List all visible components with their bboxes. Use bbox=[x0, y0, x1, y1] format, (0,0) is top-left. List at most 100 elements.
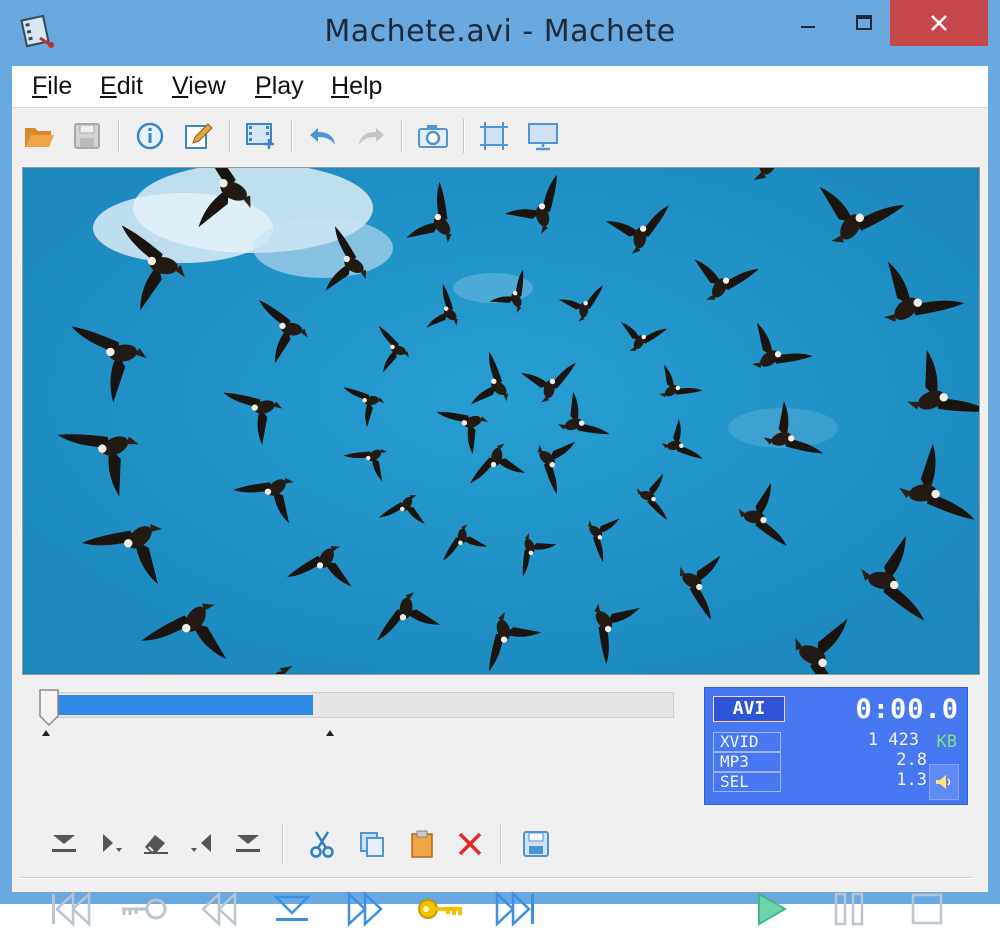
media-info-panel: AVI 0:00.0 XVID 1 423 KB MP3 2.8 SEL 1.3 bbox=[704, 687, 968, 805]
menu-file[interactable]: File bbox=[32, 72, 72, 101]
go-to-start-button[interactable] bbox=[46, 886, 96, 932]
selection-marker-icon bbox=[272, 893, 312, 925]
redo-icon bbox=[356, 123, 386, 149]
volume-button[interactable] bbox=[929, 764, 959, 800]
undo-icon bbox=[308, 123, 338, 149]
skip-to-start-icon bbox=[49, 891, 93, 927]
menu-bar: File Edit View Play Help bbox=[12, 66, 988, 108]
menu-help[interactable]: Help bbox=[331, 72, 382, 101]
toolbar-separator bbox=[291, 119, 293, 153]
fast-forward-icon bbox=[343, 891, 387, 927]
go-to-selection-end-button[interactable] bbox=[230, 826, 266, 862]
go-to-end-button[interactable] bbox=[490, 886, 540, 932]
menu-view[interactable]: View bbox=[172, 72, 226, 101]
minimize-icon bbox=[798, 13, 818, 33]
pause-icon bbox=[831, 891, 867, 927]
undo-button[interactable] bbox=[304, 117, 342, 155]
toolbar bbox=[12, 109, 988, 163]
crop-button[interactable] bbox=[475, 117, 513, 155]
toolbar-separator bbox=[500, 824, 502, 864]
info-icon bbox=[135, 121, 165, 151]
next-keyframe-button[interactable] bbox=[414, 886, 464, 932]
redo-button[interactable] bbox=[352, 117, 390, 155]
toolbar-separator bbox=[118, 119, 120, 153]
clipboard-icon bbox=[407, 829, 437, 859]
set-selection-end-button[interactable] bbox=[184, 826, 220, 862]
monitor-icon bbox=[527, 121, 559, 151]
seek-bar[interactable] bbox=[40, 692, 674, 718]
selection-end-icon bbox=[233, 832, 263, 856]
save-icon bbox=[72, 121, 102, 151]
toolbar-separator bbox=[282, 824, 284, 864]
previous-keyframe-button[interactable] bbox=[118, 886, 168, 932]
save-selection-button[interactable] bbox=[518, 826, 554, 862]
scissors-icon bbox=[307, 829, 337, 859]
eraser-icon bbox=[141, 831, 171, 857]
set-selection-start-button[interactable] bbox=[94, 826, 130, 862]
open-file-button[interactable] bbox=[20, 117, 58, 155]
mark-in-icon bbox=[97, 831, 127, 857]
go-to-selection-start-button[interactable] bbox=[46, 826, 82, 862]
video-frame-image bbox=[23, 168, 980, 675]
key-forward-icon bbox=[414, 894, 464, 924]
cut-button[interactable] bbox=[304, 826, 340, 862]
video-codec-label: XVID bbox=[713, 732, 781, 752]
camera-icon bbox=[417, 122, 449, 150]
application-window: Machete.avi - Machete File Edit View Pla… bbox=[0, 0, 1000, 904]
edit-tags-icon bbox=[183, 121, 213, 151]
open-folder-icon bbox=[23, 122, 55, 150]
selection-label: SEL bbox=[713, 772, 781, 792]
minimize-button[interactable] bbox=[780, 0, 835, 46]
edit-tags-button[interactable] bbox=[179, 117, 217, 155]
toolbar-separator bbox=[463, 119, 465, 153]
seek-thumb[interactable] bbox=[38, 688, 60, 728]
delete-button[interactable] bbox=[452, 826, 488, 862]
stop-button[interactable] bbox=[902, 886, 952, 932]
copy-button[interactable] bbox=[354, 826, 390, 862]
key-back-icon bbox=[118, 894, 168, 924]
rewind-icon bbox=[197, 891, 241, 927]
selection-start-icon bbox=[49, 832, 79, 856]
speaker-icon bbox=[934, 773, 954, 791]
copy-icon bbox=[357, 829, 387, 859]
maximize-button[interactable] bbox=[836, 0, 891, 46]
play-icon bbox=[753, 891, 789, 927]
film-add-button[interactable] bbox=[242, 117, 280, 155]
pause-button[interactable] bbox=[824, 886, 874, 932]
video-bitrate: 1 423 bbox=[868, 730, 919, 750]
play-button[interactable] bbox=[746, 886, 796, 932]
toolbar-separator bbox=[229, 119, 231, 153]
crop-icon bbox=[479, 121, 509, 151]
title-bar[interactable]: Machete.avi - Machete bbox=[0, 0, 1000, 66]
toolbar-separator bbox=[401, 119, 403, 153]
fullscreen-button[interactable] bbox=[524, 117, 562, 155]
close-button[interactable] bbox=[890, 0, 988, 46]
current-time: 0:00.0 bbox=[855, 694, 959, 725]
bitrate-unit: KB bbox=[937, 732, 957, 752]
container-format: AVI bbox=[713, 696, 785, 722]
stop-icon bbox=[909, 891, 945, 927]
file-info-button[interactable] bbox=[131, 117, 169, 155]
rewind-button[interactable] bbox=[194, 886, 244, 932]
audio-value: 2.8 bbox=[896, 750, 927, 770]
delete-icon bbox=[455, 829, 485, 859]
clear-selection-button[interactable] bbox=[138, 826, 174, 862]
snapshot-button[interactable] bbox=[414, 117, 452, 155]
mark-out-icon bbox=[187, 831, 217, 857]
audio-codec-label: MP3 bbox=[713, 752, 781, 772]
maximize-icon bbox=[854, 13, 874, 33]
save-file-button[interactable] bbox=[68, 117, 106, 155]
panel-divider bbox=[20, 877, 972, 879]
selection-start-marker bbox=[42, 730, 50, 736]
menu-edit[interactable]: Edit bbox=[100, 72, 143, 101]
film-add-icon bbox=[245, 121, 277, 151]
paste-button[interactable] bbox=[404, 826, 440, 862]
menu-play[interactable]: Play bbox=[255, 72, 304, 101]
fast-forward-button[interactable] bbox=[340, 886, 390, 932]
selection-end-marker bbox=[326, 730, 334, 736]
go-to-selection-button[interactable] bbox=[267, 886, 317, 932]
selection-value: 1.3 bbox=[896, 770, 927, 790]
video-display[interactable] bbox=[22, 167, 980, 675]
control-panel: AVI 0:00.0 XVID 1 423 KB MP3 2.8 SEL 1.3 bbox=[12, 678, 988, 892]
save-selection-icon bbox=[521, 829, 551, 859]
